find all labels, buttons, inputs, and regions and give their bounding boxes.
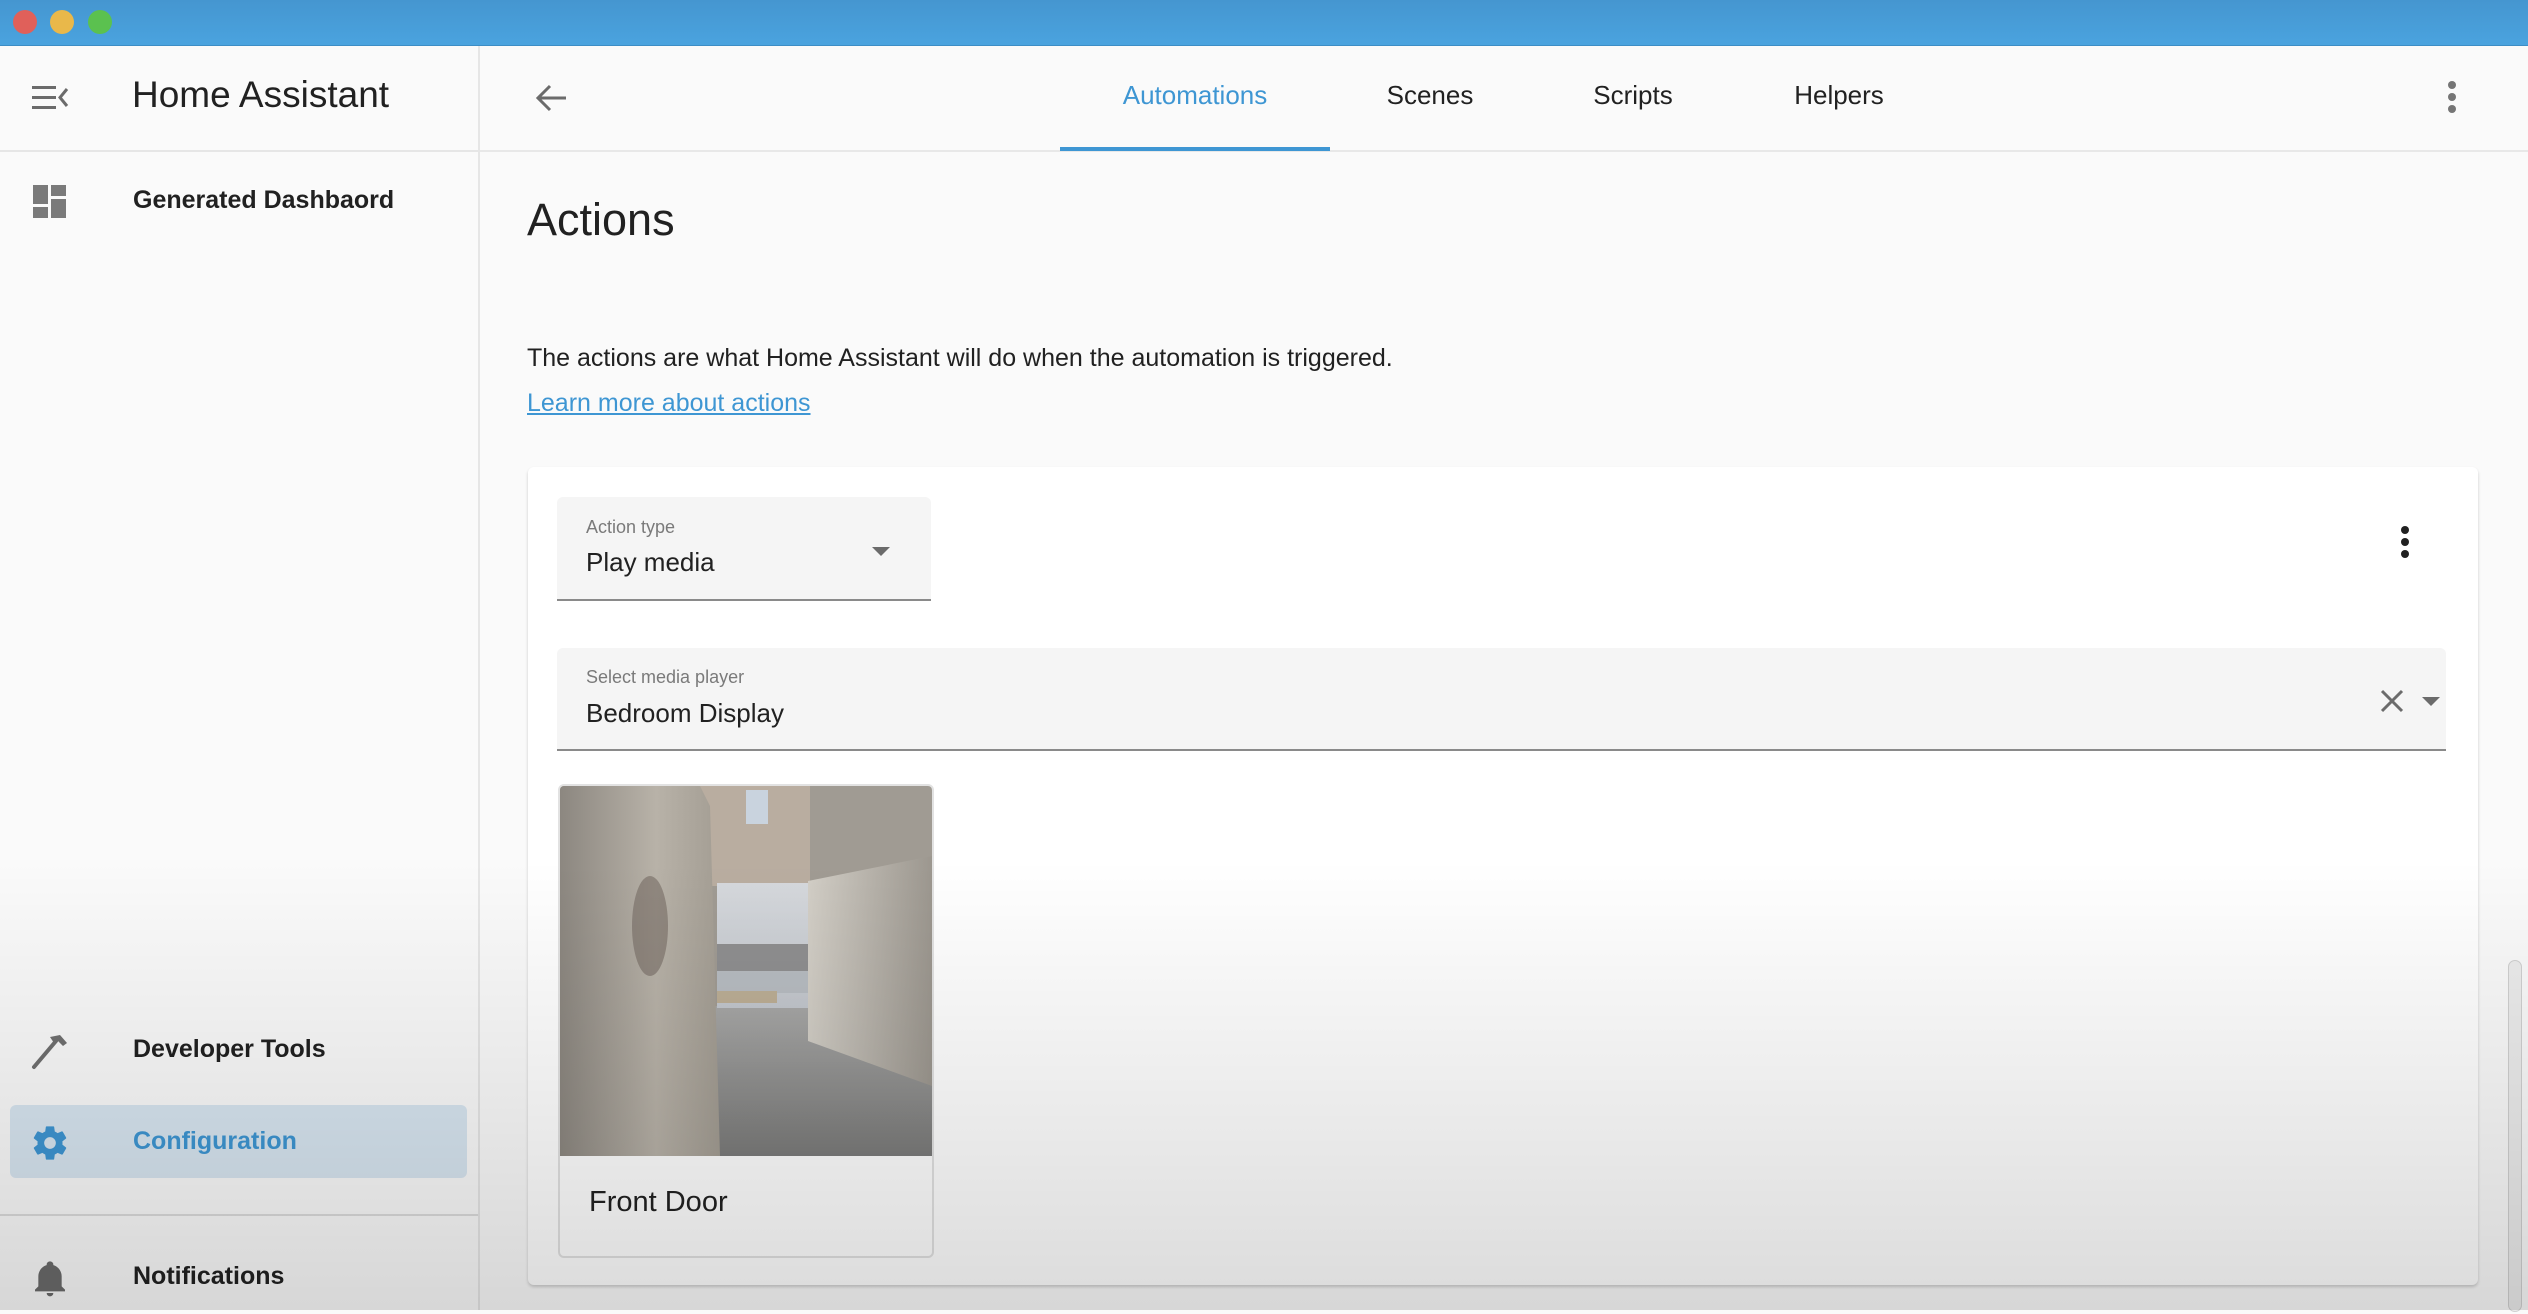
tab-scripts[interactable]: Scripts — [1553, 46, 1713, 150]
tab-automations[interactable]: Automations — [1060, 46, 1330, 151]
kebab-dot — [2448, 81, 2456, 89]
menu-collapse-icon[interactable] — [32, 83, 70, 113]
sidebar-item-generated-dashboard[interactable]: Generated Dashbaord — [0, 164, 478, 238]
dropdown-caret-icon[interactable] — [872, 547, 890, 556]
tab-label: Scenes — [1386, 80, 1474, 110]
tab-label: Scripts — [1593, 80, 1673, 110]
top-app-bar: Automations Scenes Scripts Helpers — [480, 46, 2528, 152]
tab-label: Helpers — [1794, 80, 1884, 110]
media-player-value: Bedroom Display — [586, 698, 784, 728]
media-player-label: Select media player — [586, 667, 745, 687]
kebab-dot — [2401, 550, 2409, 558]
window-minimize-button[interactable] — [50, 10, 74, 34]
window-maximize-button[interactable] — [88, 10, 112, 34]
kebab-dot — [2448, 105, 2456, 113]
window-titlebar — [0, 0, 2528, 46]
tab-scenes[interactable]: Scenes — [1350, 46, 1510, 150]
back-button[interactable] — [532, 78, 572, 118]
kebab-dot — [2401, 538, 2409, 546]
media-item-front-door[interactable]: Front Door — [558, 784, 934, 1258]
sidebar-item-notifications[interactable]: Notifications — [0, 1240, 478, 1314]
bell-icon — [30, 1258, 70, 1298]
dashboard-icon — [30, 182, 70, 222]
sidebar-item-label: Developer Tools — [133, 1035, 326, 1063]
window-close-button[interactable] — [13, 10, 37, 34]
gear-icon — [30, 1123, 70, 1163]
media-item-name: Front Door — [589, 1186, 728, 1218]
action-type-select[interactable]: Action type Play media — [557, 497, 931, 601]
hammer-icon — [30, 1031, 70, 1071]
action-overflow-menu-button[interactable] — [2395, 522, 2415, 562]
tab-helpers[interactable]: Helpers — [1759, 46, 1919, 150]
action-type-value: Play media — [586, 547, 715, 577]
actions-description: The actions are what Home Assistant will… — [527, 344, 1393, 372]
overflow-menu-button[interactable] — [2442, 77, 2462, 117]
sidebar-item-label: Notifications — [133, 1262, 285, 1290]
sidebar-item-configuration[interactable]: Configuration — [10, 1105, 467, 1178]
action-type-label: Action type — [586, 517, 676, 537]
kebab-dot — [2448, 93, 2456, 101]
page-title: Actions — [527, 194, 675, 245]
media-player-select[interactable]: Select media player Bedroom Display — [557, 648, 2446, 751]
sidebar-item-label: Generated Dashbaord — [133, 186, 395, 214]
kebab-dot — [2401, 526, 2409, 534]
sidebar-header: Home Assistant — [0, 46, 478, 152]
action-card: Action type Play media Select media play… — [528, 467, 2478, 1285]
camera-snapshot-image — [560, 786, 932, 1156]
sidebar-divider — [0, 1214, 478, 1216]
arrow-left-icon — [535, 84, 566, 112]
sidebar: Home Assistant Generated Dashbaord Devel… — [0, 46, 480, 1310]
clear-icon[interactable] — [2377, 686, 2407, 716]
sidebar-item-developer-tools[interactable]: Developer Tools — [0, 1013, 478, 1087]
learn-more-link[interactable]: Learn more about actions — [527, 389, 811, 418]
sidebar-item-label: Configuration — [133, 1127, 297, 1155]
dropdown-caret-icon[interactable] — [2422, 697, 2440, 706]
page-scrollbar[interactable] — [2508, 960, 2522, 1312]
app-title: Home Assistant — [132, 74, 390, 115]
tab-label: Automations — [1122, 80, 1268, 110]
